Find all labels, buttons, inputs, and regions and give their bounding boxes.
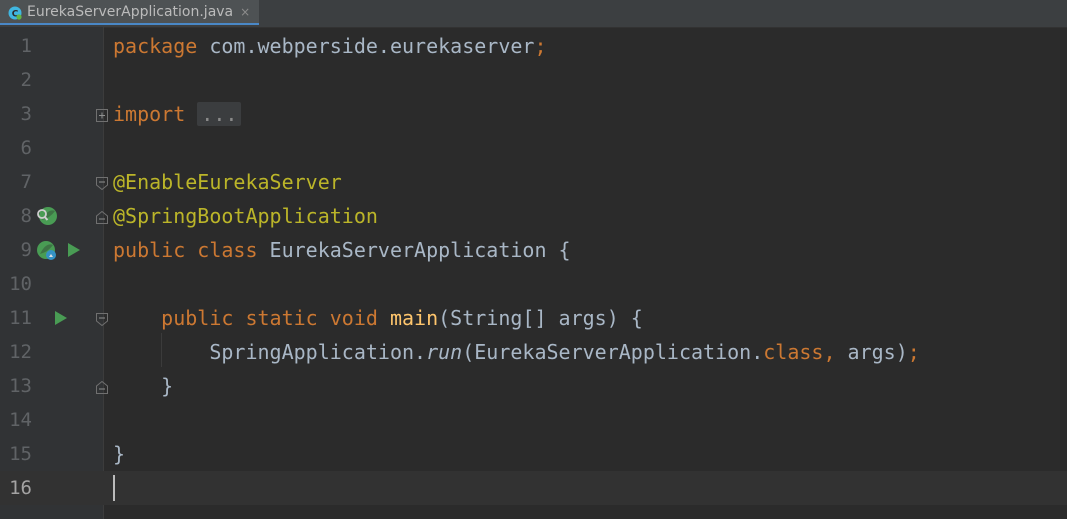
folded-imports[interactable]: ... (197, 102, 242, 126)
java-class-icon: C (8, 5, 22, 20)
code-text: public class EurekaServerApplication { (113, 233, 571, 267)
fold-marker-icon[interactable] (96, 209, 108, 224)
code-line[interactable]: 3 import ... (0, 97, 1067, 131)
code-text: } (113, 437, 125, 471)
code-token: @SpringBootApplication (113, 204, 378, 228)
line-number: 7 (20, 171, 32, 193)
code-line[interactable]: 11 public static void main(String[] args… (0, 301, 1067, 335)
code-token: SpringApplication. (113, 340, 427, 364)
code-token: import (113, 102, 186, 126)
code-line[interactable]: 16 (0, 471, 1067, 505)
spring-bean-search-icon[interactable] (36, 206, 58, 230)
code-line[interactable]: 15} (0, 437, 1067, 471)
code-text: public static void main(String[] args) { (113, 301, 643, 335)
code-editor[interactable]: 1 package com.webperside.eurekaserver; 2 3 i… (0, 27, 1067, 519)
tab-eureka-server-application[interactable]: C EurekaServerApplication.java × (0, 0, 259, 25)
code-line[interactable]: 14 (0, 403, 1067, 437)
editor-window: C EurekaServerApplication.java × 1 packag… (0, 0, 1067, 519)
code-token: @EnableEurekaServer (113, 170, 342, 194)
line-number: 3 (20, 103, 32, 125)
run-icon[interactable] (54, 310, 68, 330)
code-token: run (426, 340, 463, 364)
code-line[interactable]: 8 @SpringBootApplication (0, 199, 1067, 233)
code-line[interactable]: 1 package com.webperside.eurekaserver; (0, 29, 1067, 63)
fold-marker-icon[interactable] (96, 107, 108, 122)
code-text: } (113, 369, 173, 403)
code-text: package com.webperside.eurekaserver; (113, 29, 547, 63)
code-token: EurekaServerApplication { (257, 238, 571, 262)
code-line[interactable]: 9 public class EurekaServerApplication { (0, 233, 1067, 267)
line-number: 11 (9, 307, 32, 329)
line-number: 1 (20, 35, 32, 57)
line-number: 2 (20, 69, 32, 91)
fold-marker-icon[interactable] (96, 311, 108, 327)
code-line[interactable]: 6 (0, 131, 1067, 165)
code-text: @SpringBootApplication (113, 199, 378, 233)
line-number: 15 (9, 443, 32, 465)
run-icon[interactable] (67, 242, 81, 262)
code-token: class, (763, 340, 836, 364)
code-line[interactable]: 2 (0, 63, 1067, 97)
fold-marker-icon[interactable] (96, 175, 108, 191)
line-number: 13 (9, 375, 32, 397)
editor-tab-bar: C EurekaServerApplication.java × (0, 0, 1067, 28)
fold-marker-icon[interactable] (96, 379, 108, 394)
code-text: import ... (113, 97, 242, 131)
tab-label: EurekaServerApplication.java (27, 3, 234, 20)
line-number: 14 (9, 409, 32, 431)
line-number: 8 (20, 205, 32, 227)
code-token: } (113, 374, 174, 398)
code-token: public static void (161, 306, 378, 330)
code-token: package (113, 34, 198, 58)
line-number: 16 (9, 477, 32, 499)
code-line[interactable]: 13 } (0, 369, 1067, 403)
code-token: } (113, 442, 126, 466)
line-number: 9 (20, 239, 32, 261)
code-line[interactable]: 7 @EnableEurekaServer (0, 165, 1067, 199)
line-number: 6 (20, 137, 32, 159)
code-token: ; (907, 340, 920, 364)
code-text: @EnableEurekaServer (113, 165, 342, 199)
code-line[interactable]: 10 (0, 267, 1067, 301)
code-text: SpringApplication.run(EurekaServerApplic… (113, 335, 920, 369)
indent-guide (161, 333, 162, 367)
text-caret (113, 475, 115, 501)
code-token: public class (113, 238, 258, 262)
line-number: 10 (9, 273, 32, 295)
code-token: (EurekaServerApplication. (462, 340, 764, 364)
code-token: com.webperside.eurekaserver (197, 34, 535, 58)
code-token: (String[] args) { (438, 306, 643, 330)
code-token: args) (835, 340, 908, 364)
close-icon[interactable]: × (240, 5, 250, 19)
line-number: 12 (9, 341, 32, 363)
code-token: main (389, 306, 439, 330)
code-token: ; (534, 34, 547, 58)
spring-bean-icon[interactable] (36, 240, 58, 266)
